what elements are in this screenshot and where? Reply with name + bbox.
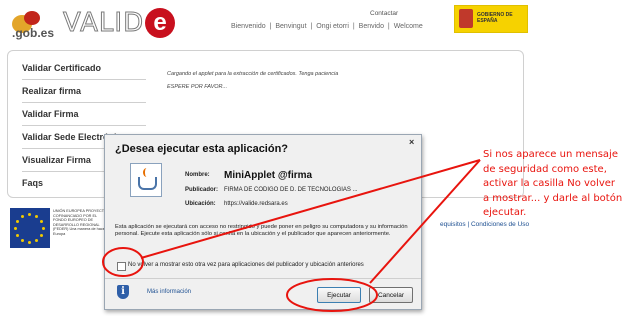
dont-show-again-label[interactable]: No volver a mostrar esto otra vez para a… bbox=[128, 262, 364, 268]
lang-link-es[interactable]: Bienvenido bbox=[231, 23, 266, 30]
lang-link-eu[interactable]: Ongi etorri bbox=[316, 23, 349, 30]
dont-show-again-checkbox[interactable] bbox=[117, 262, 126, 271]
lang-link-en[interactable]: Welcome bbox=[394, 23, 423, 30]
sidebar-item-validar-firma[interactable]: Validar Firma bbox=[22, 109, 146, 126]
cancel-button[interactable]: Cancelar bbox=[369, 287, 413, 303]
dialog-divider bbox=[105, 278, 421, 279]
sidebar-item-validar-certificado[interactable]: Validar Certificado bbox=[22, 63, 146, 80]
lang-link-ca[interactable]: Benvingut bbox=[275, 23, 306, 30]
gobes-swoosh-red bbox=[24, 11, 40, 25]
language-nav: Bienvenido | Benvingut | Ongi etorri | B… bbox=[230, 23, 424, 30]
location-label: Ubicación: bbox=[185, 201, 216, 207]
gov-logo-text: GOBIERNO DE ESPAÑA bbox=[477, 12, 513, 24]
nav-separator: | bbox=[352, 23, 355, 30]
dialog-title: ¿Desea ejecutar esta aplicación? bbox=[115, 143, 289, 155]
close-icon[interactable]: × bbox=[409, 137, 414, 147]
location-value: https://valide.redsara.es bbox=[224, 201, 288, 207]
java-icon bbox=[130, 163, 162, 197]
gobes-logo[interactable]: .gob.es bbox=[8, 9, 60, 40]
valide-logo[interactable]: VALID e bbox=[62, 8, 176, 39]
app-name: MiniApplet @firma bbox=[224, 170, 313, 181]
name-label: Nombre: bbox=[185, 172, 210, 178]
annotation-text: Si nos aparece un mensaje de seguridad c… bbox=[483, 149, 623, 218]
nav-separator: | bbox=[387, 23, 390, 30]
publisher-label: Publicador: bbox=[185, 187, 219, 193]
footer-links[interactable]: equisitos | Condiciones de Uso bbox=[440, 221, 529, 228]
publisher-value: FIRMA DE CODIGO DE D. DE TECNOLOGIAS ... bbox=[224, 187, 358, 193]
gobierno-espana-logo[interactable]: GOBIERNO DE ESPAÑA bbox=[454, 5, 528, 33]
eu-feder-text: UNIÓN EUROPEA PROYECTO COFINANCIADO POR … bbox=[53, 209, 107, 236]
contact-link[interactable]: Contactar bbox=[370, 10, 398, 17]
gobes-logo-text: .gob.es bbox=[12, 26, 55, 40]
valide-logo-word: VALID bbox=[62, 8, 145, 39]
nav-separator: | bbox=[269, 23, 272, 30]
lang-link-gl[interactable]: Benvido bbox=[359, 23, 384, 30]
loading-message: Cargando el applet para la extracción de… bbox=[167, 71, 339, 77]
eu-flag-icon bbox=[10, 208, 50, 248]
coat-of-arms-icon bbox=[459, 9, 473, 28]
info-icon: i bbox=[117, 285, 129, 299]
nav-separator: | bbox=[310, 23, 313, 30]
wait-message: ESPERE POR FAVOR... bbox=[167, 84, 228, 90]
security-warning-text: Esta aplicación se ejecutará con acceso … bbox=[115, 224, 408, 238]
security-dialog: ¿Desea ejecutar esta aplicación? × Nombr… bbox=[104, 134, 422, 310]
valide-logo-e: e bbox=[145, 8, 176, 38]
run-button[interactable]: Ejecutar bbox=[317, 287, 361, 303]
more-info-link[interactable]: Más información bbox=[147, 289, 191, 295]
sidebar-item-realizar-firma[interactable]: Realizar firma bbox=[22, 86, 146, 103]
